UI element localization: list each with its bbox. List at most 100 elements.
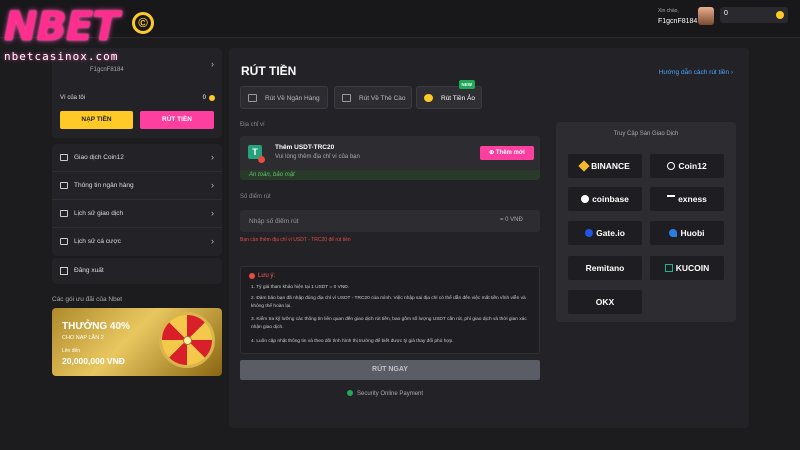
amount-input[interactable] <box>240 210 540 232</box>
bet-history-icon <box>60 238 68 245</box>
header-balance[interactable]: 0 <box>720 7 788 23</box>
exchange-label: KUCOIN <box>675 263 710 273</box>
card-icon <box>342 94 351 102</box>
exchange-label: BINANCE <box>591 161 630 171</box>
kucoin-icon <box>664 264 673 272</box>
chevron-right-icon: › <box>211 208 214 218</box>
secure-text: Security Online Payment <box>357 391 424 397</box>
withdraw-button[interactable]: RÚT TIỀN <box>140 111 214 129</box>
logout-label: Đăng xuất <box>74 267 104 274</box>
note-item: 3. Kiểm tra kỹ lưỡng các thông tin liên … <box>251 317 527 330</box>
exchange-label: coinbase <box>592 194 629 204</box>
header-balance-value: 0 <box>724 10 728 17</box>
safe-text: An toàn, bảo mật <box>249 172 295 178</box>
tab-label: Rút Về Ngân Hàng <box>265 95 320 102</box>
brand-logo[interactable]: NBET © nbetcasinox.com <box>4 6 156 68</box>
add-wallet-label: Thêm mới <box>495 150 525 156</box>
coin-icon <box>776 11 784 19</box>
guide-link[interactable]: Hướng dẫn cách rút tiền › <box>659 69 733 76</box>
wallet-warning: Bạn cần thêm địa chỉ ví USDT - TRC20 để … <box>240 237 351 243</box>
copyright-icon: © <box>132 12 154 34</box>
sidebar-item-transaction-history[interactable]: Lịch sử giao dịch › <box>52 200 222 228</box>
wallet-label: Ví của tôi <box>60 95 86 101</box>
username-text: F1gcnF8184 <box>658 18 698 25</box>
logout-icon <box>60 267 68 275</box>
chevron-right-icon: › <box>211 236 214 246</box>
tab-label: Rút Tiền Ảo <box>441 95 475 102</box>
promo-amount: 20,000,000 VNĐ <box>62 356 125 366</box>
history-icon <box>60 210 68 217</box>
chevron-right-icon[interactable]: › <box>211 59 214 69</box>
amount-vnd: = 0 VNĐ <box>500 217 523 223</box>
notes-box: Lưu ý: 1. Tỷ giá tham khảo hiện tại 1 US… <box>240 266 540 354</box>
brand-domain: nbetcasinox.com <box>4 50 119 63</box>
greeting-text: Xin chào, <box>658 8 679 14</box>
sidebar-item-label: Lịch sử giao dịch <box>74 210 124 217</box>
exchange-icon <box>60 154 68 161</box>
exchange-exness[interactable]: exness <box>650 187 724 211</box>
user-greeting[interactable]: Xin chào, F1gcnF8184 <box>658 8 697 25</box>
chevron-right-icon: › <box>211 180 214 190</box>
add-wallet-button[interactable]: ⊕ Thêm mới <box>480 146 534 160</box>
sidebar-item-label: Giao dịch Coin12 <box>74 154 124 161</box>
withdraw-now-button[interactable]: RÚT NGAY <box>240 360 540 380</box>
exchange-okx[interactable]: OKX <box>568 290 642 314</box>
bitcoin-icon <box>424 94 433 102</box>
bank-icon <box>60 182 68 189</box>
sidebar-menu: Giao dịch Coin12 › Thông tin ngân hàng ›… <box>52 144 222 256</box>
note-item: 4. Luôn cập nhật thông tin và theo dõi t… <box>251 339 454 344</box>
coin-icon <box>209 95 215 101</box>
exchange-panel: Truy Cập Sàn Giao Dịch BINANCE Coin12 co… <box>556 122 736 322</box>
wallet-box-subtitle: Vui lòng thêm địa chỉ ví của bạn <box>275 154 360 160</box>
tab-crypto[interactable]: Rút Tiền Ảo NEW <box>416 80 482 109</box>
warning-icon <box>249 273 255 279</box>
wallet-address-label: Địa chỉ ví <box>240 122 265 128</box>
exchange-label: Coin12 <box>678 161 707 171</box>
exchange-heading: Truy Cập Sàn Giao Dịch <box>613 131 679 137</box>
avatar[interactable] <box>698 7 714 25</box>
exchange-remitano[interactable]: Remitano <box>568 256 642 280</box>
exchange-huobi[interactable]: Huobi <box>650 221 724 245</box>
binance-icon <box>578 160 590 172</box>
coinbase-icon <box>581 195 590 203</box>
exchange-label: Remitano <box>585 263 625 273</box>
coin12-icon <box>667 162 676 170</box>
exchange-binance[interactable]: BINANCE <box>568 154 642 178</box>
sidebar-item-label: Lịch sử cá cược <box>74 238 121 245</box>
sidebar-item-bank-info[interactable]: Thông tin ngân hàng › <box>52 172 222 200</box>
safe-strip: An toàn, bảo mật <box>240 170 540 180</box>
exchange-label: OKX <box>595 297 615 307</box>
exchange-coin12[interactable]: Coin12 <box>650 154 724 178</box>
new-badge: NEW <box>458 80 475 89</box>
sidebar-item-bet-history[interactable]: Lịch sử cá cược › <box>52 228 222 256</box>
promo-subtitle: CHO NẠP LẦN 2 <box>62 335 104 341</box>
exchange-kucoin[interactable]: KUCOIN <box>650 256 724 280</box>
exness-icon <box>667 195 676 203</box>
exchange-gateio[interactable]: Gate.io <box>568 221 642 245</box>
promo-title: THƯỞNG 40% <box>62 321 130 332</box>
exchange-label: Gate.io <box>596 228 625 238</box>
tab-card[interactable]: Rút Về Thẻ Cào <box>334 86 412 109</box>
secure-payment: Security Online Payment <box>347 390 423 397</box>
promo-upto: Lên đến <box>62 348 81 354</box>
wallet-value: 0 <box>202 95 206 101</box>
sidebar-item-coin12[interactable]: Giao dịch Coin12 › <box>52 144 222 172</box>
page-title: RÚT TIỀN <box>241 64 297 78</box>
promo-banner[interactable]: THƯỞNG 40% CHO NẠP LẦN 2 Lên đến 20,000,… <box>52 308 222 376</box>
exchange-label: exness <box>678 194 707 204</box>
tab-label: Rút Về Thẻ Cào <box>359 95 406 102</box>
exchange-coinbase[interactable]: coinbase <box>568 187 642 211</box>
exchange-label: Huobi <box>680 228 705 238</box>
logout-button[interactable]: Đăng xuất <box>52 258 222 284</box>
notes-title: Lưu ý: <box>258 273 276 279</box>
tab-bank[interactable]: Rút Về Ngân Hàng <box>240 86 328 109</box>
amount-label: Số điểm rút <box>240 194 271 200</box>
tron-icon <box>258 156 265 163</box>
gateio-icon <box>585 229 594 237</box>
chevron-right-icon: › <box>211 152 214 162</box>
wallet-box-title: Thêm USDT-TRC20 <box>275 144 335 151</box>
lucky-wheel-icon <box>159 312 215 368</box>
shield-icon <box>347 390 353 396</box>
deposit-button[interactable]: NẠP TIỀN <box>60 111 133 129</box>
promo-heading: Các gói ưu đãi của Nbet <box>52 296 123 303</box>
